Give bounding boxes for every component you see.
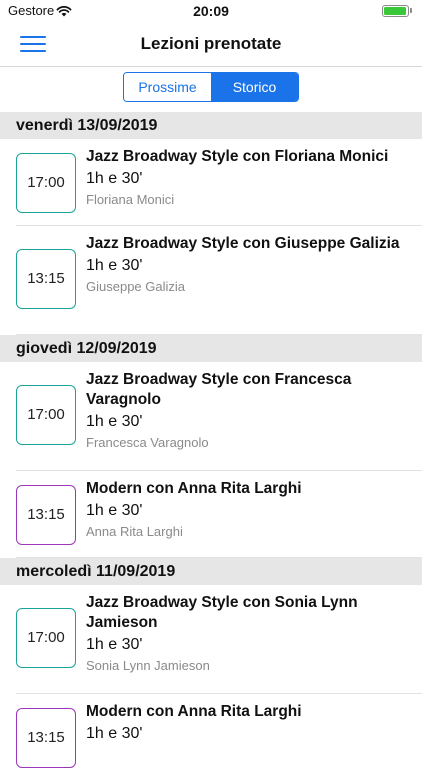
day-header: giovedì 12/09/2019 [0, 335, 422, 362]
status-time: 20:09 [193, 3, 229, 19]
lesson-duration: 1h e 30' [86, 413, 143, 430]
lesson-teacher: Francesca Varagnolo [86, 435, 209, 450]
time-badge: 17:00 [16, 153, 76, 213]
lesson-item[interactable]: 13:15 Modern con Anna Rita Larghi 1h e 3… [16, 694, 422, 780]
lesson-title: Modern con Anna Rita Larghi [86, 480, 302, 497]
lesson-teacher: Floriana Monici [86, 192, 175, 207]
lesson-duration: 1h e 30' [86, 636, 143, 653]
lesson-teacher: Giuseppe Galizia [86, 279, 185, 294]
lesson-title: Jazz Broadway Style con Giuseppe Galizia [86, 235, 400, 252]
tab-prossime[interactable]: Prossime [124, 73, 211, 101]
lesson-duration: 1h e 30' [86, 502, 143, 519]
lesson-title: Jazz Broadway Style con Floriana Monici [86, 148, 389, 165]
lesson-teacher: Anna Rita Larghi [86, 524, 183, 539]
lesson-item[interactable]: 17:00 Jazz Broadway Style con Francesca … [16, 362, 422, 471]
lesson-duration: 1h e 30' [86, 170, 143, 187]
lesson-duration: 1h e 30' [86, 257, 143, 274]
day-header: venerdì 13/09/2019 [0, 112, 422, 139]
lesson-duration: 1h e 30' [86, 725, 143, 742]
lesson-teacher: Sonia Lynn Jamieson [86, 658, 210, 673]
lesson-item[interactable]: 13:15 Jazz Broadway Style con Giuseppe G… [16, 226, 422, 335]
lesson-list: venerdì 13/09/2019 17:00 Jazz Broadway S… [0, 112, 422, 780]
navigation-bar: Lezioni prenotate [0, 22, 422, 67]
lesson-item[interactable]: 13:15 Modern con Anna Rita Larghi 1h e 3… [16, 471, 422, 558]
page-title: Lezioni prenotate [140, 34, 282, 53]
time-badge: 13:15 [16, 708, 76, 768]
lesson-title: Modern con Anna Rita Larghi [86, 703, 302, 720]
segmented-control: Prossime Storico [123, 72, 299, 102]
time-badge: 17:00 [16, 608, 76, 668]
battery-icon [382, 5, 412, 17]
day-header: mercoledì 11/09/2019 [0, 558, 422, 585]
time-badge: 13:15 [16, 249, 76, 309]
time-badge: 17:00 [16, 385, 76, 445]
lesson-item[interactable]: 17:00 Jazz Broadway Style con Floriana M… [16, 139, 422, 226]
status-bar: Gestore 20:09 [0, 0, 422, 22]
lesson-title: Jazz Broadway Style con Francesca Varagn… [86, 371, 352, 408]
tab-storico[interactable]: Storico [211, 73, 298, 101]
lesson-item[interactable]: 17:00 Jazz Broadway Style con Sonia Lynn… [16, 585, 422, 694]
lesson-title: Jazz Broadway Style con Sonia Lynn Jamie… [86, 594, 358, 631]
time-badge: 13:15 [16, 485, 76, 545]
